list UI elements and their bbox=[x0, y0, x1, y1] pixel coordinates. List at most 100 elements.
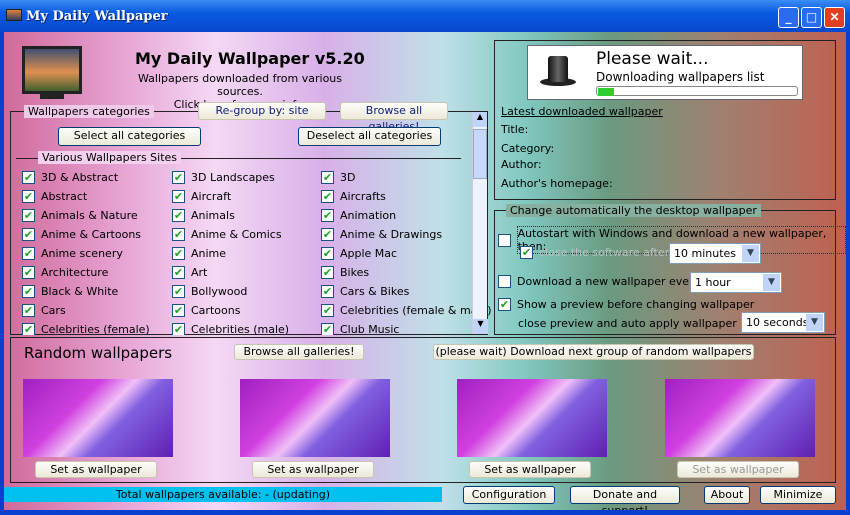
category-checkbox[interactable]: ✔ Anime & Comics bbox=[172, 228, 282, 241]
random-wallpaper-thumbnail[interactable] bbox=[457, 379, 607, 457]
title-bar: My Daily Wallpaper _ □ ✕ bbox=[0, 0, 850, 32]
window-title: My Daily Wallpaper bbox=[26, 9, 168, 24]
category-checkbox[interactable]: ✔ Aircraft bbox=[172, 190, 231, 203]
category-label: Celebrities (female & male) bbox=[340, 304, 492, 317]
select-all-button[interactable]: Select all categories bbox=[58, 127, 201, 146]
set-as-wallpaper-button[interactable]: Set as wallpaper bbox=[469, 461, 591, 478]
category-checkbox[interactable]: ✔ 3D Landscapes bbox=[172, 171, 275, 184]
checkbox-icon: ✔ bbox=[22, 285, 35, 298]
category-label: Aircraft bbox=[191, 190, 232, 203]
show-preview-checkbox[interactable]: ✔ Show a preview before changing wallpape… bbox=[498, 298, 754, 311]
magic-hat-icon bbox=[536, 54, 578, 94]
scrollbar[interactable]: ▲ ▼ bbox=[472, 112, 488, 334]
category-label: Anime & Cartoons bbox=[41, 228, 142, 241]
checkbox-icon: ✔ bbox=[321, 323, 334, 335]
category-checkbox[interactable]: ✔ Anime & Drawings bbox=[321, 228, 442, 241]
app-title: My Daily Wallpaper v5.20 bbox=[135, 49, 365, 68]
scroll-thumb[interactable] bbox=[473, 129, 487, 179]
download-every-select[interactable]: 1 hour ▼ bbox=[690, 272, 782, 293]
category-checkbox[interactable]: ✔ Anime scenery bbox=[22, 247, 123, 260]
checkbox-icon: ✔ bbox=[22, 266, 35, 279]
checkbox-icon: ✔ bbox=[22, 228, 35, 241]
random-wallpaper-thumbnail[interactable] bbox=[23, 379, 173, 457]
category-label: Cars bbox=[41, 304, 66, 317]
category-checkbox[interactable]: ✔ Aircrafts bbox=[321, 190, 386, 203]
category-checkbox[interactable]: ✔ Cars bbox=[22, 304, 66, 317]
checkbox-icon: ✔ bbox=[172, 209, 185, 222]
category-checkbox[interactable]: ✔ Animals bbox=[172, 209, 235, 222]
auto-apply-label: close preview and auto apply wallpaper a… bbox=[518, 317, 767, 330]
chevron-down-icon: ▼ bbox=[763, 274, 780, 291]
category-label: Anime & Comics bbox=[191, 228, 282, 241]
category-checkbox[interactable]: ✔ 3D & Abstract bbox=[22, 171, 118, 184]
set-as-wallpaper-button[interactable]: Set as wallpaper bbox=[677, 461, 799, 478]
category-checkbox[interactable]: ✔ Celebrities (female & male) bbox=[321, 304, 492, 317]
category-label: Club Music bbox=[340, 323, 400, 335]
app-icon bbox=[6, 9, 22, 21]
set-as-wallpaper-button[interactable]: Set as wallpaper bbox=[252, 461, 374, 478]
checkbox-icon: ✔ bbox=[22, 209, 35, 222]
category-label: Animation bbox=[340, 209, 397, 222]
set-as-wallpaper-button[interactable]: Set as wallpaper bbox=[35, 461, 157, 478]
random-wallpaper-thumbnail[interactable] bbox=[240, 379, 390, 457]
checkbox-icon: ✔ bbox=[22, 247, 35, 260]
checkbox-icon: ✔ bbox=[22, 304, 35, 317]
category-checkbox[interactable]: ✔ Cartoons bbox=[172, 304, 240, 317]
close-after-select[interactable]: 10 minutes ▼ bbox=[669, 243, 761, 264]
category-checkbox[interactable]: ✔ Black & White bbox=[22, 285, 118, 298]
browse-galleries-button[interactable]: Browse all galleries! bbox=[340, 102, 448, 133]
donate-button[interactable]: Donate and support! bbox=[570, 486, 680, 510]
regroup-button[interactable]: Re-group by: site bbox=[198, 102, 326, 120]
category-checkbox[interactable]: ✔ Animation bbox=[321, 209, 396, 222]
random-browse-button[interactable]: Browse all galleries! bbox=[234, 344, 364, 360]
latest-homepage-label: Author's homepage: bbox=[501, 177, 613, 190]
about-button[interactable]: About bbox=[704, 486, 750, 504]
category-checkbox[interactable]: ✔ Abstract bbox=[22, 190, 87, 203]
auto-change-label: Change automatically the desktop wallpap… bbox=[506, 204, 761, 217]
minimize-window-button[interactable]: _ bbox=[778, 7, 799, 28]
status-bar: Total wallpapers available: - (updating) bbox=[4, 487, 442, 502]
category-label: Celebrities (male) bbox=[191, 323, 290, 335]
minimize-button[interactable]: Minimize bbox=[760, 486, 836, 504]
category-label: Art bbox=[191, 266, 208, 279]
checkbox-icon: ✔ bbox=[172, 247, 185, 260]
auto-apply-select[interactable]: 10 seconds ▼ bbox=[741, 312, 825, 333]
category-checkbox[interactable]: ✔ Cars & Bikes bbox=[321, 285, 409, 298]
monitor-logo-icon bbox=[22, 46, 82, 94]
category-checkbox[interactable]: ✔ Animals & Nature bbox=[22, 209, 138, 222]
download-next-button[interactable]: (please wait) Download next group of ran… bbox=[433, 344, 754, 360]
category-label: Cars & Bikes bbox=[340, 285, 410, 298]
checkbox-icon: ✔ bbox=[321, 190, 334, 203]
random-wallpaper-thumbnail[interactable] bbox=[665, 379, 815, 457]
checkbox-icon: ✔ bbox=[22, 171, 35, 184]
scroll-down-icon[interactable]: ▼ bbox=[473, 319, 488, 334]
category-checkbox[interactable]: ✔ Club Music bbox=[321, 323, 400, 335]
category-label: Cartoons bbox=[191, 304, 241, 317]
category-checkbox[interactable]: ✔ Anime bbox=[172, 247, 226, 260]
section-label: Various Wallpapers Sites bbox=[38, 151, 182, 164]
latest-wallpaper-link[interactable]: Latest downloaded wallpaper bbox=[501, 105, 663, 118]
categories-label: Wallpapers categories bbox=[24, 105, 154, 118]
category-label: Bikes bbox=[340, 266, 370, 279]
category-checkbox[interactable]: ✔ Anime & Cartoons bbox=[22, 228, 141, 241]
scroll-up-icon[interactable]: ▲ bbox=[473, 112, 487, 127]
category-checkbox[interactable]: ✔ Bikes bbox=[321, 266, 369, 279]
deselect-all-button[interactable]: Deselect all categories bbox=[298, 127, 441, 146]
status-box: Please wait... Downloading wallpapers li… bbox=[527, 45, 803, 100]
download-every-checkbox[interactable]: Download a new wallpaper every bbox=[498, 275, 700, 288]
category-label: Apple Mac bbox=[340, 247, 398, 260]
chevron-down-icon: ▼ bbox=[742, 245, 759, 262]
category-checkbox[interactable]: ✔ Bollywood bbox=[172, 285, 247, 298]
checkbox-icon: ✔ bbox=[172, 228, 185, 241]
close-window-button[interactable]: ✕ bbox=[824, 7, 845, 28]
maximize-window-button[interactable]: □ bbox=[801, 7, 822, 28]
close-after-checkbox[interactable]: ✔ close the software after bbox=[520, 246, 669, 259]
configuration-button[interactable]: Configuration bbox=[463, 486, 555, 504]
checkbox-icon: ✔ bbox=[22, 323, 35, 335]
category-checkbox[interactable]: ✔ Architecture bbox=[22, 266, 108, 279]
category-checkbox[interactable]: ✔ 3D bbox=[321, 171, 355, 184]
category-checkbox[interactable]: ✔ Celebrities (female) bbox=[22, 323, 150, 335]
category-checkbox[interactable]: ✔ Art bbox=[172, 266, 207, 279]
category-checkbox[interactable]: ✔ Celebrities (male) bbox=[172, 323, 289, 335]
category-checkbox[interactable]: ✔ Apple Mac bbox=[321, 247, 397, 260]
